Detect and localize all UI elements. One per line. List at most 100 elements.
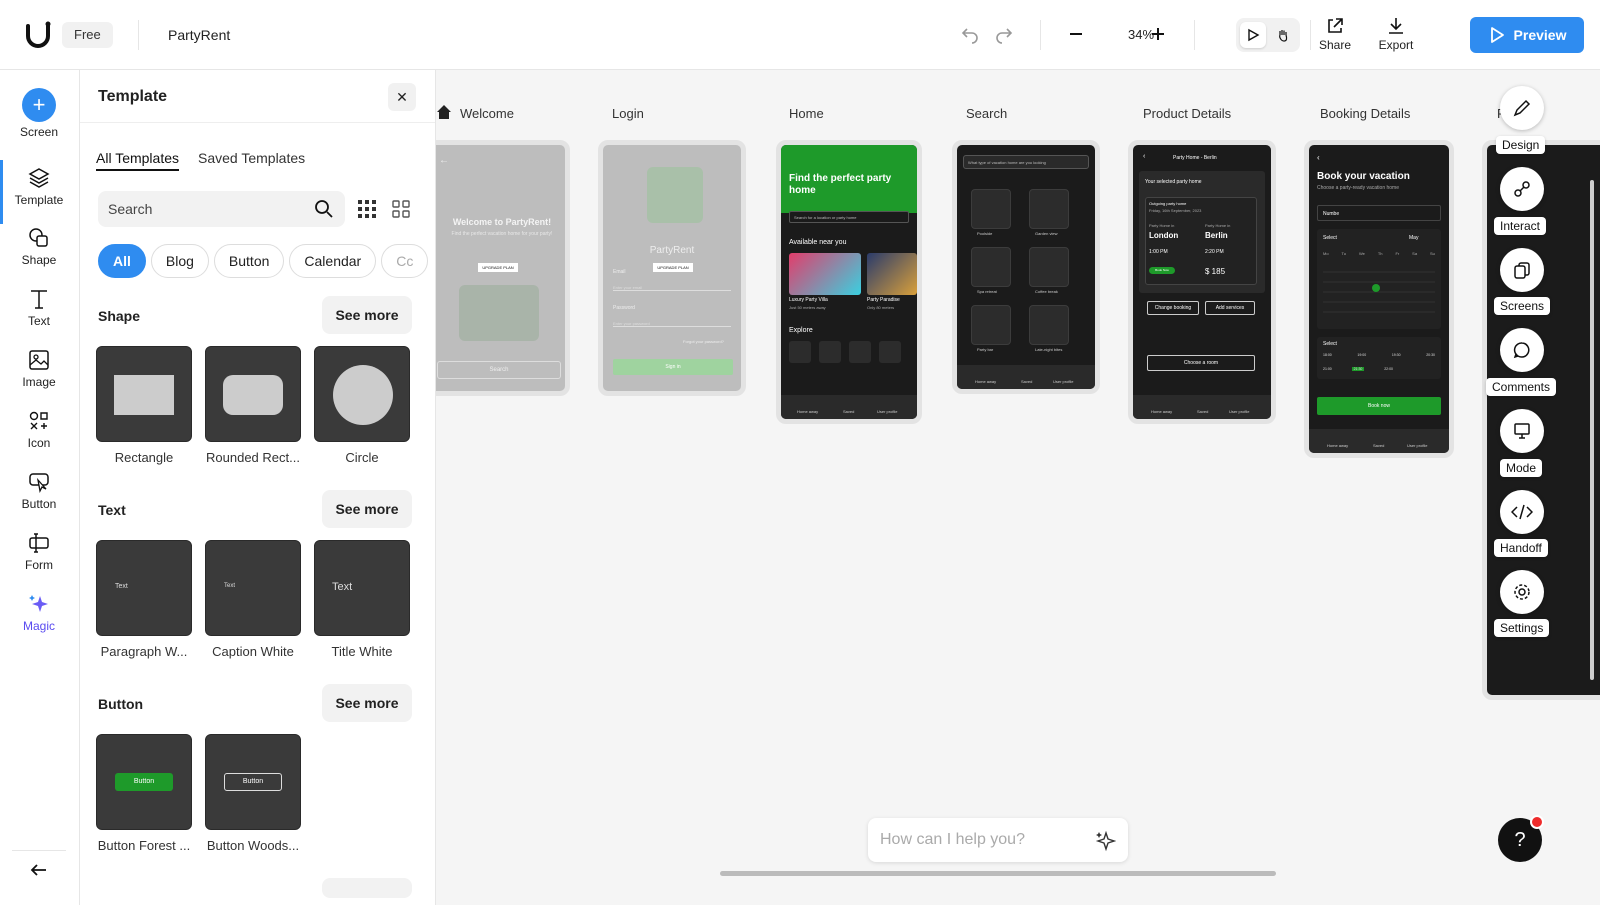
see-more-text-button[interactable]: See more	[322, 490, 412, 528]
nav-template[interactable]: Template	[0, 160, 78, 224]
vertical-scrollbar[interactable]	[1590, 180, 1594, 680]
zoom-in-icon[interactable]	[1146, 22, 1170, 46]
chip-all[interactable]: All	[98, 244, 146, 278]
copy-screens-icon	[1514, 262, 1530, 279]
screen-welcome[interactable]: ← Welcome to PartyRent! Find the perfect…	[436, 140, 570, 396]
screen-product-details[interactable]: ‹ Party Home - Berlin Your selected part…	[1128, 140, 1276, 424]
template-tile-title[interactable]: Text	[314, 540, 410, 636]
tab-all-templates[interactable]: All Templates	[96, 150, 180, 171]
grid-small-icon[interactable]	[358, 200, 376, 218]
mode-tool[interactable]	[1500, 409, 1544, 453]
screen-label-booking-details[interactable]: Booking Details	[1320, 106, 1410, 121]
screen-label-home[interactable]: Home	[789, 106, 824, 121]
right-tools: Design Interact Screens Comments Mode Ha…	[1486, 70, 1600, 905]
template-tile-rectangle[interactable]	[96, 346, 192, 442]
nav-form[interactable]: Form	[0, 531, 78, 587]
screen-login[interactable]: PartyRent UPGRADE PLAN Email Enter your …	[598, 140, 746, 396]
image-icon	[29, 350, 49, 370]
search-field	[98, 191, 345, 227]
interact-tool[interactable]	[1500, 167, 1544, 211]
template-tile-caption[interactable]: Text	[205, 540, 301, 636]
tile-label: Button Forest ...	[97, 838, 191, 853]
divider	[1194, 20, 1195, 50]
nav-screen[interactable]: + Screen	[0, 88, 78, 144]
code-icon	[1511, 504, 1533, 520]
handoff-tool[interactable]	[1500, 490, 1544, 534]
see-more-shape-button[interactable]: See more	[322, 296, 412, 334]
chip-button[interactable]: Button	[213, 244, 285, 278]
tool-label-settings: Settings	[1494, 619, 1550, 637]
share-button[interactable]: Share	[1310, 16, 1360, 56]
button-icon	[29, 473, 49, 494]
tool-label-interact: Interact	[1494, 217, 1547, 235]
plan-badge[interactable]: Free	[62, 22, 113, 48]
sparkle-icon[interactable]	[1094, 830, 1116, 852]
collapse-button[interactable]	[0, 850, 78, 890]
nav-button[interactable]: Button	[0, 470, 78, 526]
nav-label: Button	[21, 497, 57, 511]
left-nav: + Screen Template Shape Text Image Icon …	[0, 70, 80, 905]
chip-blog[interactable]: Blog	[150, 244, 209, 278]
template-tile-paragraph[interactable]: Text	[96, 540, 192, 636]
search-input[interactable]	[108, 191, 308, 227]
pointer-tool-icon[interactable]	[1240, 22, 1266, 48]
download-icon	[1389, 18, 1403, 34]
preview-button[interactable]: Preview	[1470, 17, 1584, 53]
nav-label: Template	[14, 193, 64, 207]
screen-label-product-details[interactable]: Product Details	[1143, 106, 1231, 121]
arrow-left-icon	[30, 864, 46, 876]
hand-tool-icon[interactable]	[1270, 22, 1296, 48]
tile-label: Circle	[345, 450, 379, 465]
nav-text[interactable]: Text	[0, 287, 78, 343]
design-canvas[interactable]: Welcome Login Home Search Product Detail…	[436, 70, 1600, 905]
template-tile-button-woods[interactable]: Button	[205, 734, 301, 830]
nav-image[interactable]: Image	[0, 348, 78, 404]
ai-assistant-input[interactable]	[880, 818, 1080, 862]
redo-icon[interactable]	[992, 22, 1016, 46]
project-name[interactable]: PartyRent	[168, 27, 230, 43]
share-label: Share	[1318, 38, 1352, 52]
nav-icon[interactable]: Icon	[0, 409, 78, 465]
screen-booking-details[interactable]: ‹ Book your vacation Choose a party-read…	[1304, 140, 1454, 458]
divider	[138, 20, 139, 50]
template-tile-rounded-rect[interactable]	[205, 346, 301, 442]
tool-label-comments: Comments	[1486, 378, 1557, 396]
screen-label-search[interactable]: Search	[966, 106, 1007, 121]
grid-large-icon[interactable]	[392, 200, 410, 218]
screens-tool[interactable]	[1500, 248, 1544, 292]
nav-label: Form	[25, 558, 53, 572]
undo-icon[interactable]	[958, 22, 982, 46]
sparkle-icon	[29, 595, 48, 612]
close-icon[interactable]: ✕	[388, 83, 416, 111]
screen-search[interactable]: What type of vacation home are you looki…	[952, 140, 1100, 394]
search-icon[interactable]	[314, 199, 334, 219]
nav-label: Icon	[27, 436, 51, 450]
see-more-partial	[322, 878, 412, 898]
template-tile-circle[interactable]	[314, 346, 410, 442]
screen-home[interactable]: Find the perfect party home Search for a…	[776, 140, 922, 424]
nav-label: Shape	[21, 253, 57, 267]
section-title-text: Text	[98, 502, 126, 518]
settings-tool[interactable]	[1500, 570, 1544, 614]
screen-label-login[interactable]: Login	[612, 106, 644, 121]
plus-icon: +	[22, 88, 56, 122]
nav-shape[interactable]: Shape	[0, 226, 78, 282]
design-tool[interactable]	[1500, 86, 1544, 130]
nav-magic[interactable]: Magic	[0, 592, 78, 648]
tool-label-mode: Mode	[1500, 459, 1543, 477]
tile-label: Rounded Rect...	[206, 450, 300, 465]
chip-more[interactable]: Cc	[381, 244, 429, 278]
chip-calendar[interactable]: Calendar	[289, 244, 377, 278]
app-logo[interactable]	[24, 20, 52, 48]
screen-label-welcome[interactable]: Welcome	[460, 106, 514, 121]
see-more-button-button[interactable]: See more	[322, 684, 412, 722]
comments-tool[interactable]	[1500, 328, 1544, 372]
template-tile-button-forest[interactable]: Button	[96, 734, 192, 830]
tile-label: Paragraph W...	[100, 644, 188, 659]
horizontal-scrollbar[interactable]	[720, 871, 1276, 876]
text-icon	[31, 290, 47, 309]
zoom-out-icon[interactable]	[1064, 22, 1088, 46]
tab-saved-templates[interactable]: Saved Templates	[198, 150, 305, 166]
template-panel: Template ✕ All Templates Saved Templates…	[80, 70, 436, 905]
export-button[interactable]: Export	[1371, 16, 1421, 56]
